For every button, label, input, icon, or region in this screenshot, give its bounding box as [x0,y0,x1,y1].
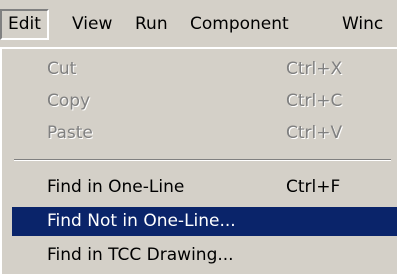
menu-item-label: Copy [47,91,91,111]
menu-item-shortcut: Ctrl+C [286,91,343,111]
menu-item-label: Paste [47,123,93,143]
menu-item-copy[interactable]: Copy Ctrl+C [12,87,397,116]
menu-item-cut[interactable]: Cut Ctrl+X [12,55,397,84]
menu-separator [14,159,391,161]
menu-item-shortcut: Ctrl+F [286,177,341,197]
menu-item-label: Find in TCC Drawing... [47,245,234,265]
menu-item-find-in-tcc-drawing[interactable]: Find in TCC Drawing... [12,241,397,270]
menu-item-shortcut: Ctrl+V [286,123,343,143]
menu-item-shortcut: Ctrl+X [286,59,343,79]
menu-bar: Edit View Run Component Winc [0,0,397,47]
menu-view[interactable]: View [64,9,120,40]
menu-edit[interactable]: Edit [0,9,49,40]
menu-item-paste[interactable]: Paste Ctrl+V [12,119,397,148]
menu-component[interactable]: Component [182,9,297,40]
menu-item-find-in-one-line[interactable]: Find in One-Line Ctrl+F [12,173,397,202]
menu-run[interactable]: Run [127,9,176,40]
menu-item-label: Find in One-Line [47,177,185,197]
menu-item-label: Cut [47,59,77,79]
edit-dropdown-menu: Cut Ctrl+X Copy Ctrl+C Paste Ctrl+V Find… [0,47,397,274]
menu-window[interactable]: Winc [334,9,391,40]
menu-item-find-not-in-one-line[interactable]: Find Not in One-Line... [12,207,397,236]
menu-item-label: Find Not in One-Line... [47,211,236,231]
